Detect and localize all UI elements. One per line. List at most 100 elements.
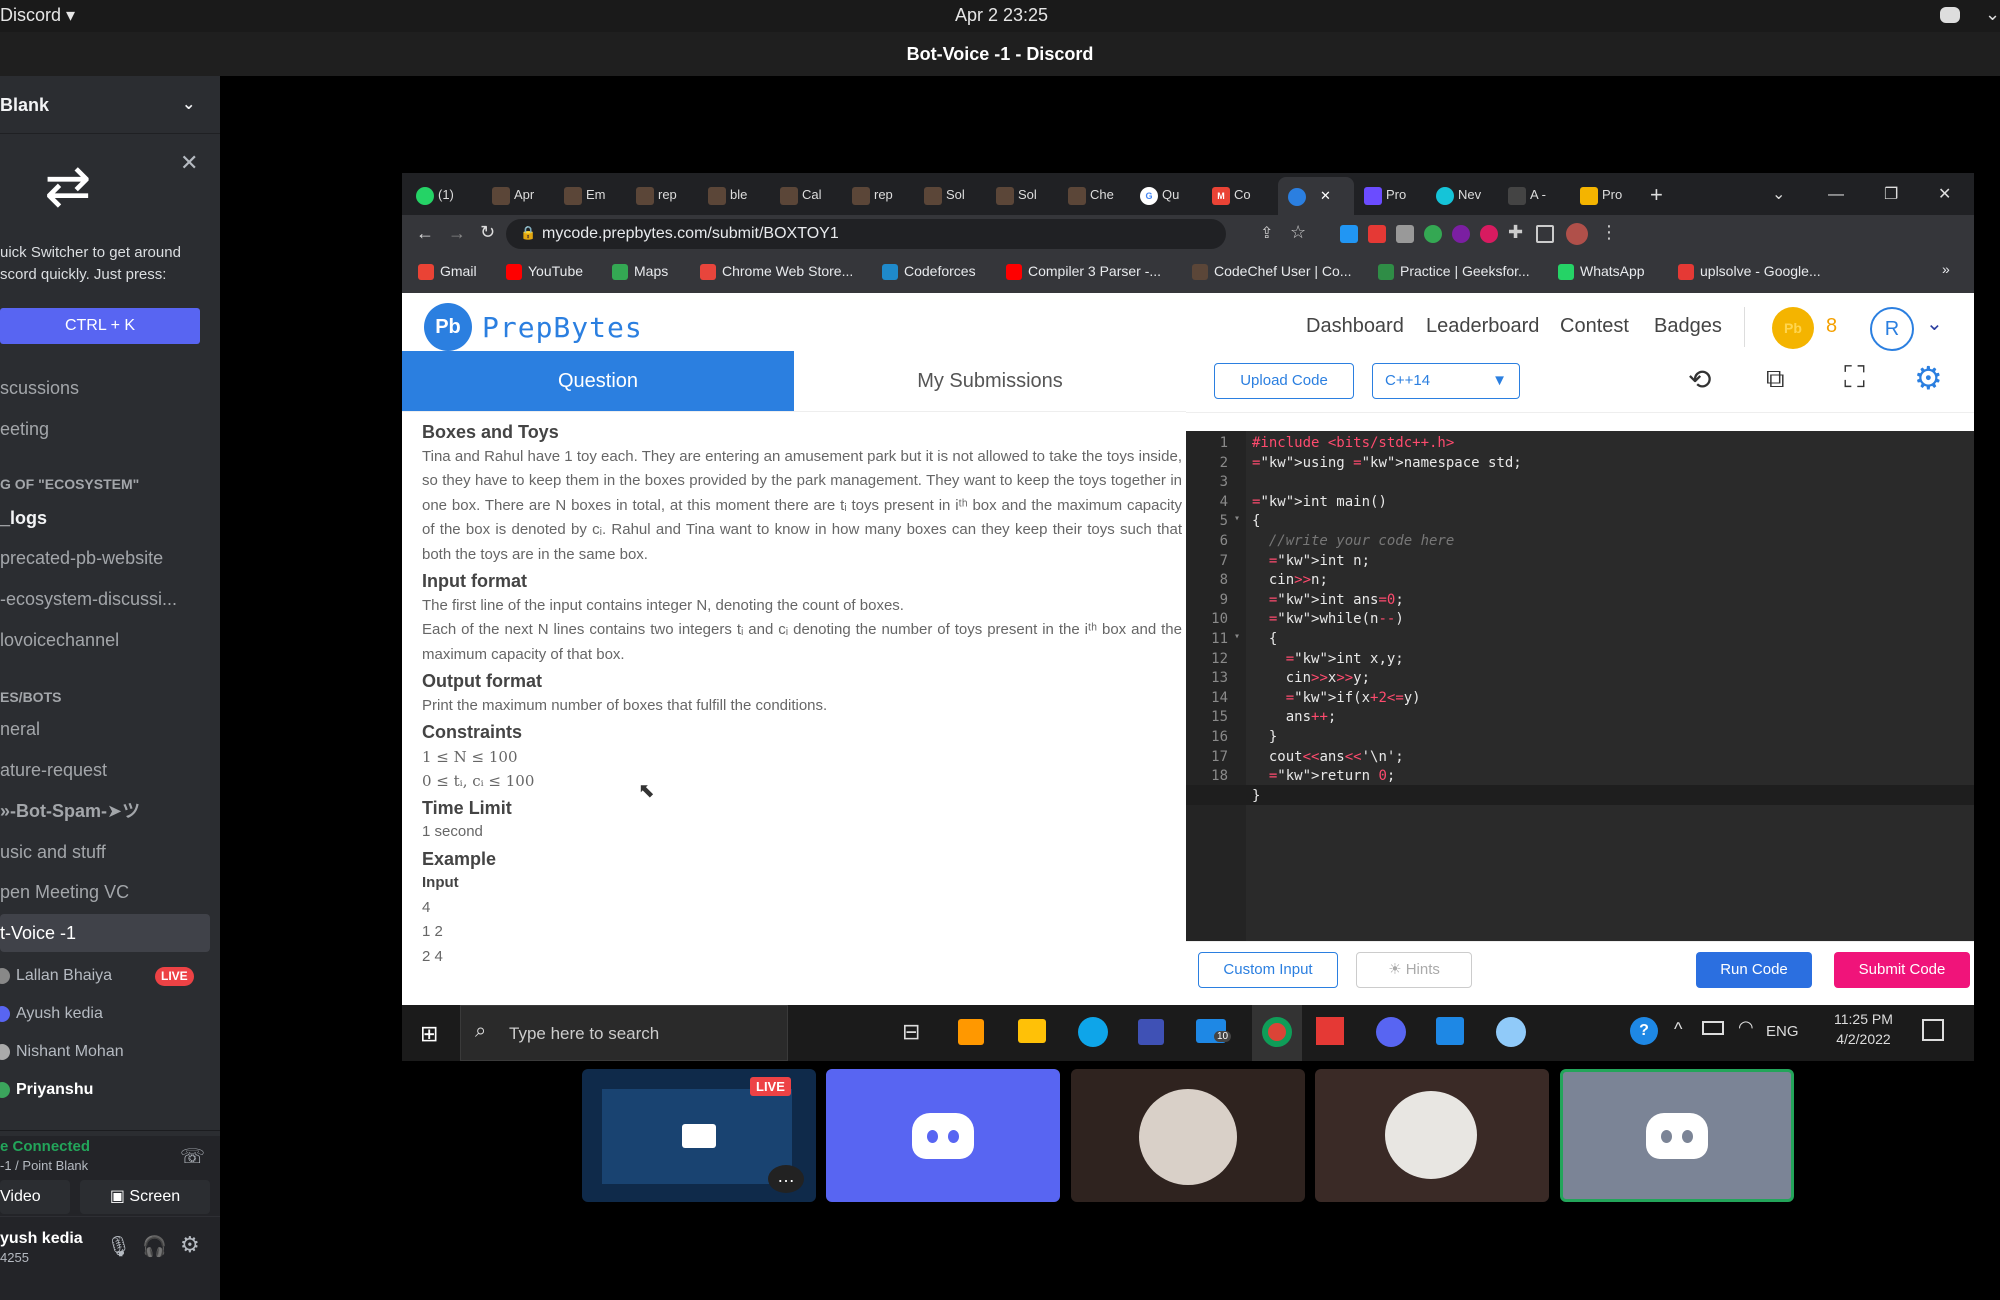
browser-tab[interactable]: Apr: [492, 180, 534, 210]
browser-tab[interactable]: Nev: [1436, 180, 1481, 210]
chrome-taskbar-item[interactable]: [1252, 1005, 1302, 1061]
channel-music[interactable]: usic and stuff: [0, 833, 210, 871]
video-tile-discord-avatar[interactable]: [826, 1069, 1060, 1202]
language-indicator[interactable]: ENG: [1766, 1023, 1799, 1040]
upload-code-button[interactable]: Upload Code: [1214, 363, 1354, 399]
user-name[interactable]: yush kedia: [0, 1230, 83, 1248]
bookmark-item[interactable]: Gmail: [418, 263, 477, 281]
edge-browser-icon[interactable]: [1078, 1017, 1108, 1047]
notification-icon[interactable]: [1922, 1019, 1944, 1041]
category-ecosystem[interactable]: G OF "ECOSYSTEM": [0, 476, 139, 492]
kebab-menu-icon[interactable]: ⋮: [1600, 222, 1618, 243]
close-icon[interactable]: ✕: [1320, 188, 1331, 203]
reset-icon[interactable]: ⟲: [1688, 363, 1711, 396]
back-arrow-icon[interactable]: ←: [416, 223, 434, 244]
app-icon[interactable]: [1496, 1017, 1526, 1047]
chevron-up-icon[interactable]: ^: [1674, 1019, 1682, 1040]
close-icon[interactable]: ✕: [180, 150, 198, 176]
channel-general[interactable]: neral: [0, 710, 210, 748]
browser-tab[interactable]: Cal: [780, 180, 822, 210]
language-select[interactable]: C++14 ▼: [1372, 363, 1520, 399]
extension-icon[interactable]: [1340, 225, 1358, 243]
channel-bot-spam[interactable]: »-Bot-Spam-➤ツ: [0, 792, 210, 830]
voice-connected-status[interactable]: e Connected: [0, 1138, 90, 1155]
taskbar-clock[interactable]: 11:25 PM 4/2/2022: [1834, 1011, 1893, 1047]
browser-tab[interactable]: (1): [416, 180, 454, 210]
bookmark-item[interactable]: Codeforces: [882, 263, 976, 281]
video-tile-laptop[interactable]: [1315, 1069, 1549, 1202]
sublime-text-icon[interactable]: [958, 1019, 984, 1045]
profile-avatar[interactable]: [1566, 223, 1588, 245]
extension-icon[interactable]: [1424, 225, 1442, 243]
user-avatar[interactable]: R: [1870, 307, 1914, 351]
bookmark-item[interactable]: YouTube: [506, 263, 583, 281]
nav-dashboard[interactable]: Dashboard: [1306, 315, 1404, 338]
hints-button[interactable]: ☀ Hints: [1356, 952, 1472, 988]
minimize-icon[interactable]: —: [1828, 180, 1844, 210]
taskbar-search-box[interactable]: ⌕ Type here to search: [460, 1005, 788, 1061]
vscode-icon[interactable]: [1436, 1017, 1464, 1045]
bookmark-item[interactable]: Compiler 3 Parser -...: [1006, 263, 1161, 281]
reload-icon[interactable]: ↻: [480, 222, 495, 243]
sidebar-icon[interactable]: [1536, 225, 1554, 243]
wifi-icon[interactable]: ◠: [1738, 1017, 1754, 1038]
bookmark-item[interactable]: Chrome Web Store...: [700, 263, 853, 281]
discord-taskbar-icon[interactable]: [1376, 1017, 1406, 1047]
bookmark-item[interactable]: WhatsApp: [1558, 263, 1645, 281]
channel-logs[interactable]: _logs: [0, 499, 210, 537]
star-icon[interactable]: ☆: [1290, 222, 1306, 243]
submit-code-button[interactable]: Submit Code: [1834, 952, 1970, 988]
channel-voice[interactable]: lovoicechannel: [0, 621, 210, 659]
lock-icon[interactable]: 🔒: [520, 225, 536, 241]
headphones-icon[interactable]: 🎧: [142, 1234, 167, 1259]
voice-user-priyanshu[interactable]: Priyanshu: [0, 1072, 93, 1108]
channel-open-meeting[interactable]: pen Meeting VC: [0, 873, 210, 911]
battery-icon[interactable]: [1702, 1021, 1724, 1035]
nav-contest[interactable]: Contest: [1560, 315, 1629, 338]
windows-start-icon[interactable]: ⊞: [420, 1021, 438, 1047]
fold-arrow-icon[interactable]: ▾: [1230, 513, 1240, 524]
more-options-icon[interactable]: …: [768, 1165, 804, 1193]
extension-icon[interactable]: [1480, 225, 1498, 243]
fullscreen-icon[interactable]: ⛶: [1844, 361, 1865, 395]
voice-user-ayush[interactable]: Ayush kedia: [0, 996, 103, 1032]
channel-discussions[interactable]: scussions: [0, 369, 210, 407]
video-tile-stream[interactable]: LIVE …: [582, 1069, 816, 1202]
shortcut-button[interactable]: CTRL + K: [0, 308, 200, 344]
new-tab-plus-icon[interactable]: +: [1650, 180, 1663, 210]
channel-feature-request[interactable]: ature-request: [0, 751, 210, 789]
settings-gear-icon[interactable]: ⚙: [1914, 359, 1943, 397]
browser-tab[interactable]: Pro: [1580, 180, 1622, 210]
run-code-button[interactable]: Run Code: [1696, 952, 1812, 988]
channel-meeting[interactable]: eeting: [0, 410, 210, 448]
app-menu[interactable]: Discord ▾: [0, 5, 75, 26]
store-icon[interactable]: [1316, 1017, 1344, 1045]
bookmark-item[interactable]: Practice | Geeksfor...: [1378, 263, 1530, 281]
browser-tab[interactable]: Em: [564, 180, 606, 210]
fold-arrow-icon[interactable]: ▾: [1230, 631, 1240, 642]
chevron-down-icon[interactable]: ⌄: [1985, 4, 2000, 25]
extension-icon[interactable]: [1452, 225, 1470, 243]
disconnect-icon[interactable]: ☏: [180, 1144, 205, 1169]
browser-tab[interactable]: Che: [1068, 180, 1114, 210]
close-window-icon[interactable]: ✕: [1938, 180, 1951, 210]
extension-icon[interactable]: [1396, 225, 1414, 243]
browser-tab[interactable]: G Qu: [1140, 180, 1179, 210]
code-editor[interactable]: 12345678910111213141516171819▾▾ #include…: [1186, 431, 1974, 941]
coin-icon[interactable]: Pb: [1772, 307, 1814, 349]
discord-tray-icon[interactable]: [1940, 7, 1960, 23]
mail-icon[interactable]: 10: [1196, 1019, 1232, 1043]
browser-tab[interactable]: A -: [1508, 180, 1546, 210]
voice-user-lallan[interactable]: Lallan Bhaiya LIVE: [0, 958, 210, 994]
microphone-icon[interactable]: 🎙: [106, 1234, 131, 1259]
url-field[interactable]: 🔒 mycode.prepbytes.com/submit/BOXTOY1: [506, 219, 1226, 249]
video-tile-cat[interactable]: [1071, 1069, 1305, 1202]
nav-badges[interactable]: Badges: [1654, 315, 1722, 338]
help-icon[interactable]: ?: [1630, 1017, 1658, 1045]
prepbytes-logo-icon[interactable]: Pb: [424, 303, 472, 351]
clock[interactable]: Apr 2 23:25: [955, 5, 1048, 26]
file-explorer-icon[interactable]: [1018, 1019, 1046, 1043]
browser-tab[interactable]: ble: [708, 180, 747, 210]
nav-leaderboard[interactable]: Leaderboard: [1426, 315, 1539, 338]
chevron-down-icon[interactable]: ⌄: [1926, 311, 1943, 336]
